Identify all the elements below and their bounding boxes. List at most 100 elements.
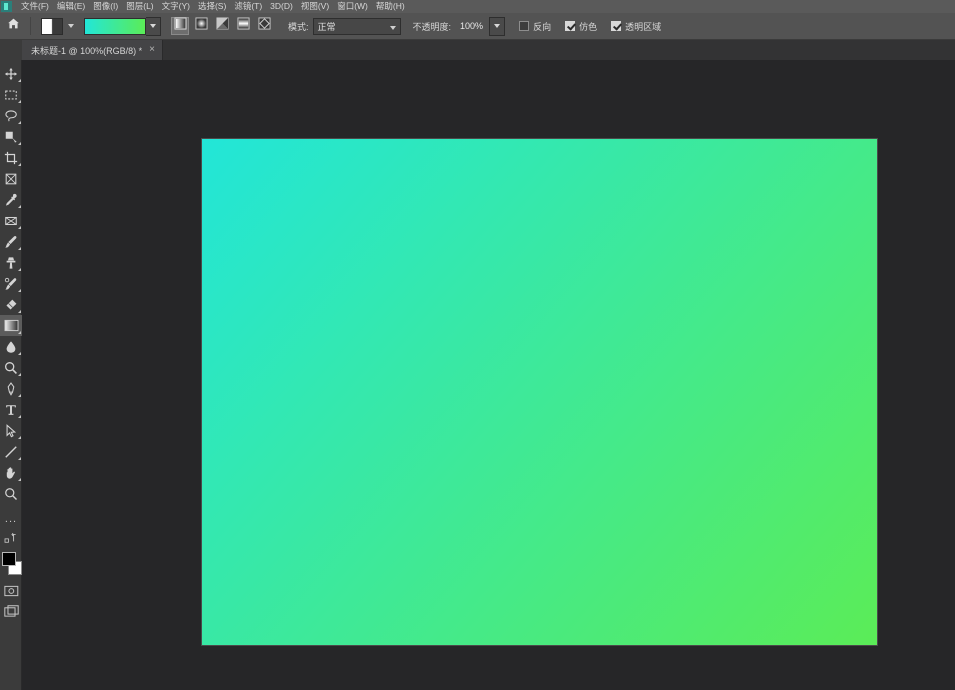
home-button[interactable] — [0, 13, 26, 40]
diamond-gradient-button[interactable] — [255, 17, 273, 35]
menu-item-file[interactable]: 文件(F) — [17, 0, 53, 13]
eyedropper-tool[interactable] — [0, 189, 22, 210]
reverse-label: 反向 — [533, 21, 552, 32]
document-tab-bar: 未标题-1 @ 100%(RGB/8) * × — [0, 40, 955, 61]
magnifier-icon — [4, 487, 18, 501]
gradient-icon — [4, 319, 19, 332]
marquee-tool[interactable] — [0, 84, 22, 105]
canvas-area[interactable] — [22, 60, 955, 690]
lasso-icon — [4, 109, 18, 123]
mode-value: 正常 — [317, 21, 336, 32]
chevron-down-icon — [68, 24, 74, 28]
crop-tool[interactable] — [0, 147, 22, 168]
dodge-icon — [4, 361, 18, 375]
healing-brush-tool[interactable] — [0, 210, 22, 231]
gradient-swatch[interactable] — [84, 17, 146, 35]
gradient-preset-picker[interactable] — [41, 17, 78, 35]
clone-stamp-icon — [4, 256, 18, 270]
mode-label: 模式: — [288, 21, 309, 32]
angle-gradient-icon — [215, 17, 229, 35]
swap-colors-button[interactable] — [0, 527, 22, 548]
dither-checkbox[interactable]: 仿色 — [565, 20, 597, 33]
menu-item-view[interactable]: 视图(V) — [297, 0, 333, 13]
frame-icon — [4, 172, 18, 186]
menu-item-type[interactable]: 文字(Y) — [158, 0, 194, 13]
type-icon — [4, 403, 18, 417]
mode-select[interactable]: 正常 — [312, 17, 401, 35]
path-selection-tool[interactable] — [0, 420, 22, 441]
chevron-down-icon — [494, 24, 501, 28]
options-divider — [30, 17, 31, 35]
menu-item-filter[interactable]: 滤镜(T) — [230, 0, 266, 13]
screen-mode-icon — [3, 605, 19, 618]
brush-icon — [4, 235, 18, 249]
hand-tool[interactable] — [0, 462, 22, 483]
menu-bar: 文件(F) 编辑(E) 图像(I) 图层(L) 文字(Y) 选择(S) 滤镜(T… — [0, 0, 955, 13]
line-shape-icon — [4, 445, 18, 459]
edit-toolbar-button[interactable]: ... — [0, 511, 22, 527]
linear-gradient-button[interactable] — [171, 17, 189, 35]
chevron-down-icon — [389, 25, 396, 30]
opacity-input[interactable]: 100% — [455, 18, 486, 35]
eraser-tool[interactable] — [0, 294, 22, 315]
quick-mask-icon — [3, 585, 19, 597]
transparency-checkbox[interactable]: 透明区域 — [611, 20, 661, 33]
pen-tool[interactable] — [0, 378, 22, 399]
chevron-down-icon — [150, 24, 156, 28]
eraser-icon — [4, 298, 18, 312]
home-icon — [7, 17, 20, 35]
pen-icon — [4, 381, 18, 396]
menu-item-window[interactable]: 窗口(W) — [333, 0, 372, 13]
crop-icon — [4, 151, 18, 165]
blur-tool[interactable] — [0, 336, 22, 357]
lasso-tool[interactable] — [0, 105, 22, 126]
checkbox-box — [565, 21, 576, 31]
gradient-swatch-dropdown-button[interactable] — [146, 16, 161, 36]
close-icon[interactable]: × — [149, 45, 155, 55]
type-tool[interactable] — [0, 399, 22, 420]
document-canvas[interactable] — [201, 138, 878, 646]
brush-tool[interactable] — [0, 231, 22, 252]
reverse-checkbox[interactable]: 反向 — [519, 20, 551, 33]
menu-item-edit[interactable]: 编辑(E) — [53, 0, 89, 13]
history-brush-tool[interactable] — [0, 273, 22, 294]
radial-gradient-icon — [194, 17, 208, 35]
move-tool[interactable] — [0, 63, 22, 84]
clone-stamp-tool[interactable] — [0, 252, 22, 273]
healing-brush-icon — [4, 214, 18, 228]
frame-tool[interactable] — [0, 168, 22, 189]
reflected-gradient-button[interactable] — [234, 17, 252, 35]
quick-selection-tool[interactable] — [0, 126, 22, 147]
gradient-swatch-control[interactable] — [84, 16, 161, 36]
tab-bar-gutter — [0, 40, 22, 60]
menu-item-layer[interactable]: 图层(L) — [122, 0, 157, 13]
blur-droplet-icon — [4, 340, 18, 354]
document-tab[interactable]: 未标题-1 @ 100%(RGB/8) * × — [22, 40, 164, 60]
menu-item-select[interactable]: 选择(S) — [194, 0, 230, 13]
menu-item-help[interactable]: 帮助(H) — [372, 0, 409, 13]
menu-item-3d[interactable]: 3D(D) — [266, 0, 297, 13]
gradient-tool[interactable] — [0, 315, 22, 336]
line-tool[interactable] — [0, 441, 22, 462]
dither-label: 仿色 — [579, 21, 598, 32]
color-swatches[interactable] — [0, 550, 22, 580]
angle-gradient-button[interactable] — [213, 17, 231, 35]
screen-mode-button[interactable] — [0, 601, 22, 622]
foreground-color-swatch[interactable] — [2, 552, 16, 566]
checkbox-box — [519, 21, 530, 31]
eyedropper-icon — [4, 193, 18, 207]
history-brush-icon — [4, 277, 18, 291]
quick-mask-button[interactable] — [0, 580, 22, 601]
radial-gradient-button[interactable] — [192, 17, 210, 35]
checkbox-box — [611, 21, 622, 31]
photoshop-logo-icon — [1, 1, 12, 12]
move-icon — [4, 67, 18, 81]
path-selection-arrow-icon — [4, 423, 18, 438]
quick-selection-icon — [4, 130, 18, 144]
tool-options-bar: 模式: 正常 不透明度: 100% 反向 仿色 透明区域 — [0, 13, 955, 40]
menu-item-image[interactable]: 图像(I) — [89, 0, 122, 13]
dodge-tool[interactable] — [0, 357, 22, 378]
opacity-stepper[interactable] — [489, 16, 506, 36]
zoom-tool[interactable] — [0, 483, 22, 504]
